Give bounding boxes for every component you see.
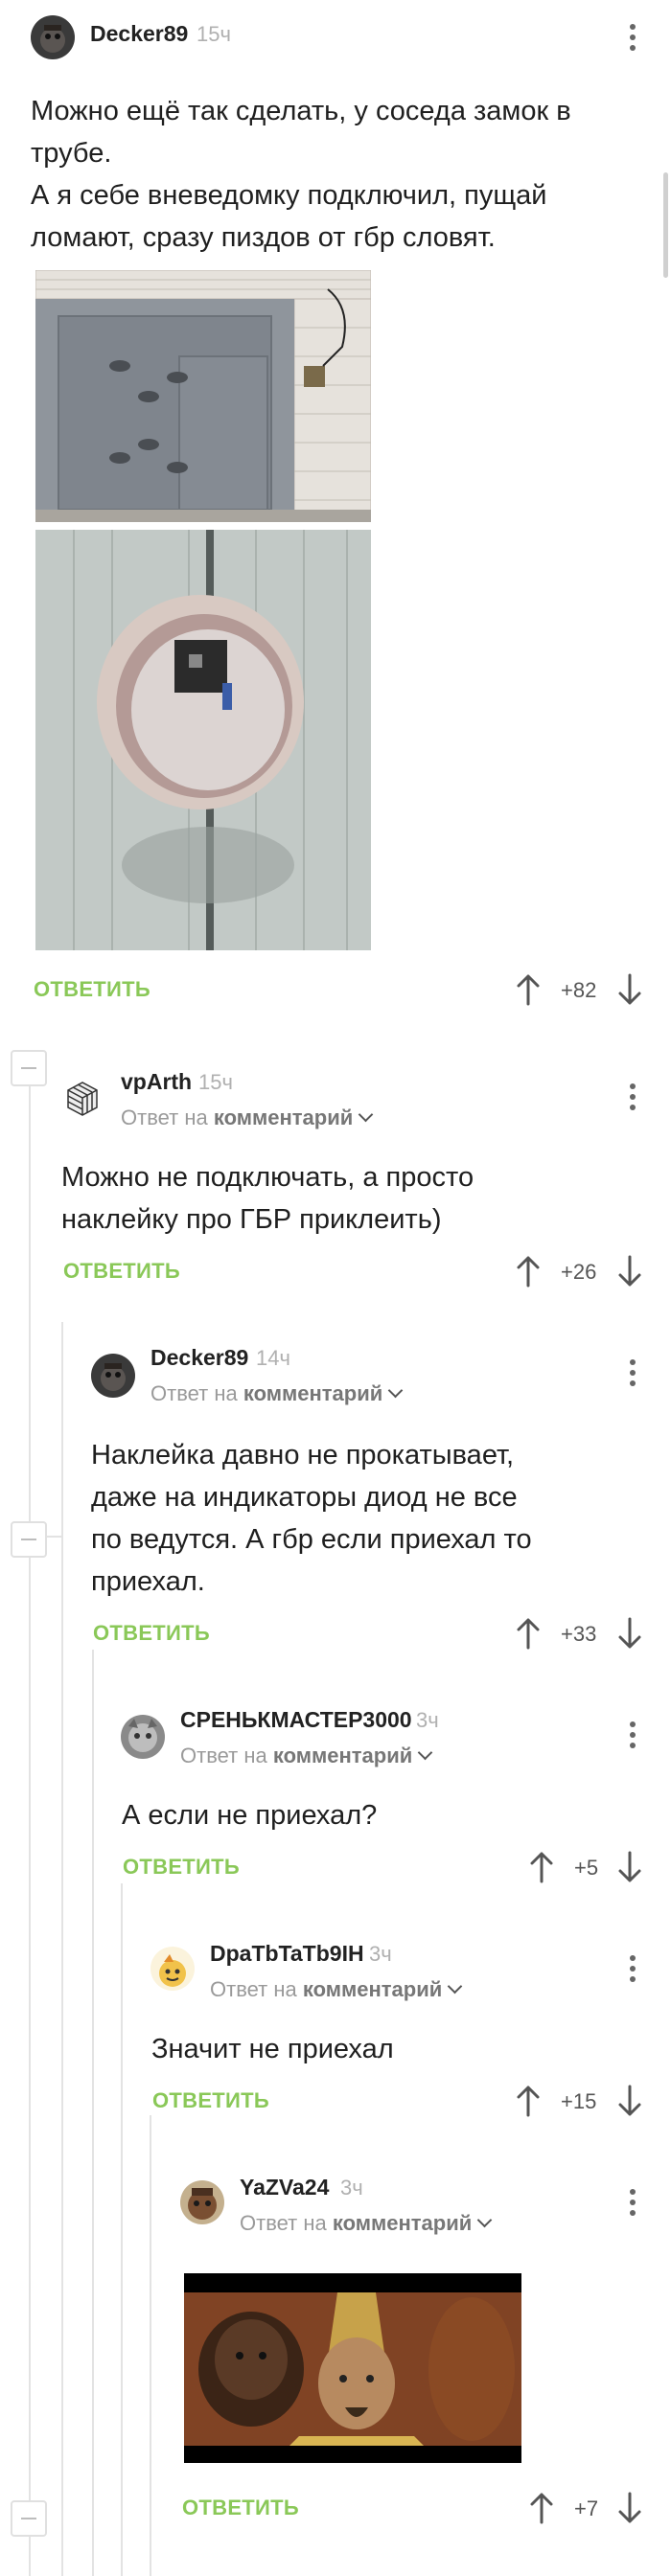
avatar[interactable] [150, 1947, 195, 1991]
comment-text: А если не приехал? [122, 1800, 378, 1831]
arrow-down-icon[interactable] [617, 1255, 642, 1288]
comment-time: 14ч [256, 1346, 290, 1370]
comment-image-lock[interactable] [35, 530, 371, 950]
comment-text: Можно не подключать, а просто наклейку п… [61, 1162, 474, 1235]
reply-button[interactable]: ОТВЕТИТЬ [152, 2088, 269, 2113]
rating-score: +7 [574, 2496, 599, 2520]
avatar[interactable] [31, 15, 75, 59]
reply-to-link[interactable]: Ответ на комментарий [210, 1977, 463, 2002]
more-vertical-icon[interactable] [623, 1356, 642, 1389]
arrow-down-icon[interactable] [617, 1851, 642, 1883]
username[interactable]: Decker89 [150, 1345, 248, 1371]
reply-to-link[interactable]: Ответ на комментарий [180, 1744, 433, 1768]
arrow-up-icon[interactable] [529, 2492, 554, 2524]
reply-button[interactable]: ОТВЕТИТЬ [123, 1855, 240, 1880]
username[interactable]: СРЕНЬКМАСТЕР3000 [180, 1707, 412, 1733]
chevron-down-icon [359, 1106, 374, 1123]
username[interactable]: Decker89 [90, 21, 188, 47]
arrow-down-icon[interactable] [617, 973, 642, 1006]
comment-image-garage[interactable] [35, 270, 371, 522]
chevron-down-icon [418, 1744, 433, 1761]
thread-line [150, 2115, 151, 2576]
arrow-down-icon[interactable] [617, 2492, 642, 2524]
reply-button[interactable]: ОТВЕТИТЬ [34, 977, 150, 1002]
avatar[interactable] [91, 1354, 135, 1398]
rating-score: +5 [574, 1856, 599, 1880]
arrow-up-icon[interactable] [516, 2085, 541, 2117]
reply-button[interactable]: ОТВЕТИТЬ [182, 2496, 299, 2520]
comment-text: Наклейка давно не прокатывает, даже на и… [91, 1440, 532, 1597]
avatar[interactable] [180, 2180, 224, 2224]
comment-time: 15ч [197, 22, 231, 46]
chevron-down-icon [448, 1978, 463, 1995]
username[interactable]: DpaTbTaTb9IH [210, 1941, 364, 1967]
more-vertical-icon[interactable] [623, 1719, 642, 1751]
comment-time: 3ч [369, 1942, 392, 1966]
comment-text: Можно ещё так сделать, у соседа замок в … [31, 96, 571, 253]
more-vertical-icon[interactable] [623, 2186, 642, 2219]
arrow-down-icon[interactable] [617, 2085, 642, 2117]
arrow-up-icon[interactable] [516, 973, 541, 1006]
arrow-up-icon[interactable] [516, 1255, 541, 1288]
rating-score: +15 [561, 2089, 597, 2113]
collapse-thread-button[interactable] [11, 1050, 47, 1086]
chevron-down-icon [388, 1382, 404, 1399]
thread-line [61, 1322, 63, 2576]
reply-to-link[interactable]: Ответ на комментарий [121, 1106, 374, 1130]
chevron-down-icon [477, 2212, 493, 2228]
reply-to-link[interactable]: Ответ на комментарий [240, 2211, 493, 2236]
more-vertical-icon[interactable] [623, 21, 642, 54]
comment-time: 15ч [198, 1070, 233, 1094]
collapse-thread-button[interactable] [11, 1521, 47, 1558]
rating-score: +26 [561, 1260, 597, 1284]
more-vertical-icon[interactable] [623, 1081, 642, 1113]
rating-score: +33 [561, 1622, 597, 1646]
thread-line [29, 1077, 31, 2576]
comment-time: 3ч [340, 2176, 363, 2200]
arrow-up-icon[interactable] [516, 1617, 541, 1650]
avatar[interactable] [60, 1077, 104, 1121]
arrow-down-icon[interactable] [617, 1617, 642, 1650]
more-vertical-icon[interactable] [623, 1952, 642, 1985]
rating-score: +82 [561, 978, 597, 1002]
comment-image-movie[interactable] [184, 2273, 521, 2463]
collapse-thread-button[interactable] [11, 2500, 47, 2537]
thread-line [121, 1883, 123, 2576]
comment-text: Значит не приехал [151, 2034, 394, 2064]
scrollbar[interactable] [663, 172, 668, 278]
arrow-up-icon[interactable] [529, 1851, 554, 1883]
username[interactable]: vpArth [121, 1069, 192, 1095]
reply-to-link[interactable]: Ответ на комментарий [150, 1381, 404, 1406]
reply-button[interactable]: ОТВЕТИТЬ [63, 1259, 180, 1284]
comment-time: 3ч [416, 1708, 439, 1732]
username[interactable]: YaZVa24 [240, 2175, 329, 2200]
thread-line [92, 1650, 94, 2576]
reply-button[interactable]: ОТВЕТИТЬ [93, 1621, 210, 1646]
avatar[interactable] [121, 1715, 165, 1759]
